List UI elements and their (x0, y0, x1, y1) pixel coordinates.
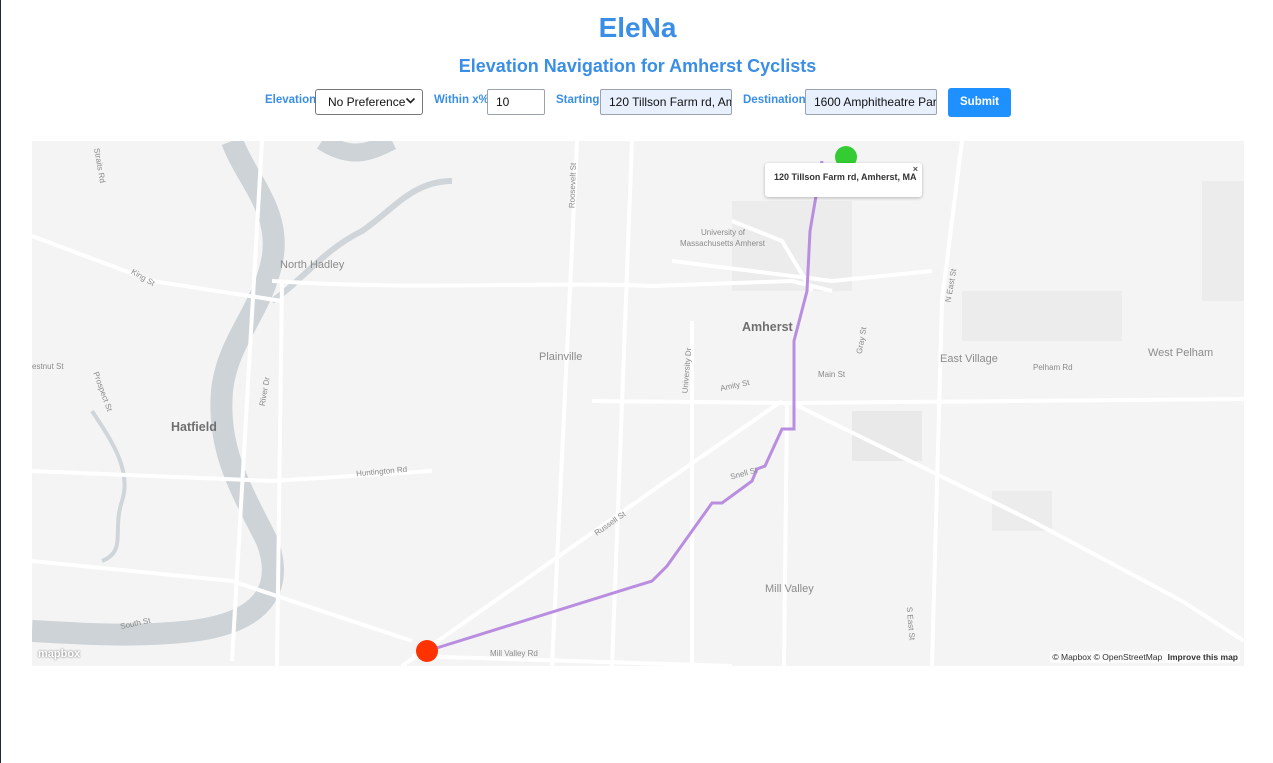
map-label-amherst: Amherst (742, 320, 793, 334)
elevation-label: Elevation (265, 94, 317, 106)
app-subtitle: Elevation Navigation for Amherst Cyclist… (458, 56, 817, 76)
elevation-select-value: No Preference (328, 95, 406, 109)
map[interactable]: North Hadley Plainville Hatfield Amherst… (32, 141, 1244, 666)
map-base (32, 141, 1244, 666)
map-label-north-hadley: North Hadley (280, 259, 345, 271)
map-label-plainville: Plainville (539, 351, 583, 363)
close-icon[interactable]: × (913, 164, 918, 174)
popup-text: 120 Tillson Farm rd, Amherst, MA (774, 172, 917, 182)
map-label-east-village: East Village (940, 353, 998, 365)
destination-input[interactable]: 1600 Amphitheatre Park (805, 89, 937, 115)
river-bend (317, 141, 397, 162)
location-popup: 120 Tillson Farm rd, Amherst, MA × (765, 163, 922, 197)
starting-input[interactable]: 120 Tillson Farm rd, Amh (600, 89, 732, 115)
route-form: Elevation No Preference Within x% 10 Sta… (1, 88, 1273, 118)
map-label-roosevelt-st: Roosevelt St (567, 162, 578, 209)
map-label-hatfield: Hatfield (171, 420, 217, 434)
map-label-umass2: Massachusetts Amherst (680, 239, 765, 248)
map-label-pelham-rd: Pelham Rd (1033, 363, 1073, 372)
starting-label: Starting (556, 94, 600, 106)
map-attribution: © Mapbox © OpenStreetMap Improve this ma… (1050, 651, 1240, 663)
chevron-down-icon (405, 95, 416, 109)
map-label-main-st: Main St (818, 370, 846, 379)
map-label-west-pelham: West Pelham (1148, 347, 1214, 359)
app-title: EleNa (598, 12, 677, 43)
map-label-umass: University of (701, 228, 746, 237)
stream (90, 409, 127, 563)
map-label-mill-valley: Mill Valley (765, 583, 814, 595)
submit-button[interactable]: Submit (948, 88, 1011, 117)
within-label: Within x% (434, 94, 489, 106)
improve-map-link[interactable]: Improve this map (1168, 652, 1238, 662)
mapbox-logo[interactable]: mapbox (38, 648, 80, 660)
elevation-select[interactable]: No Preference (315, 89, 423, 115)
end-marker[interactable] (416, 640, 438, 662)
attribution-text[interactable]: © Mapbox © OpenStreetMap (1052, 652, 1162, 662)
destination-label: Destination (743, 94, 806, 106)
map-label-mill-valley-rd: Mill Valley Rd (490, 649, 538, 658)
map-label-chestnut-st: estnut St (32, 362, 64, 371)
within-percent-input[interactable]: 10 (487, 89, 545, 115)
